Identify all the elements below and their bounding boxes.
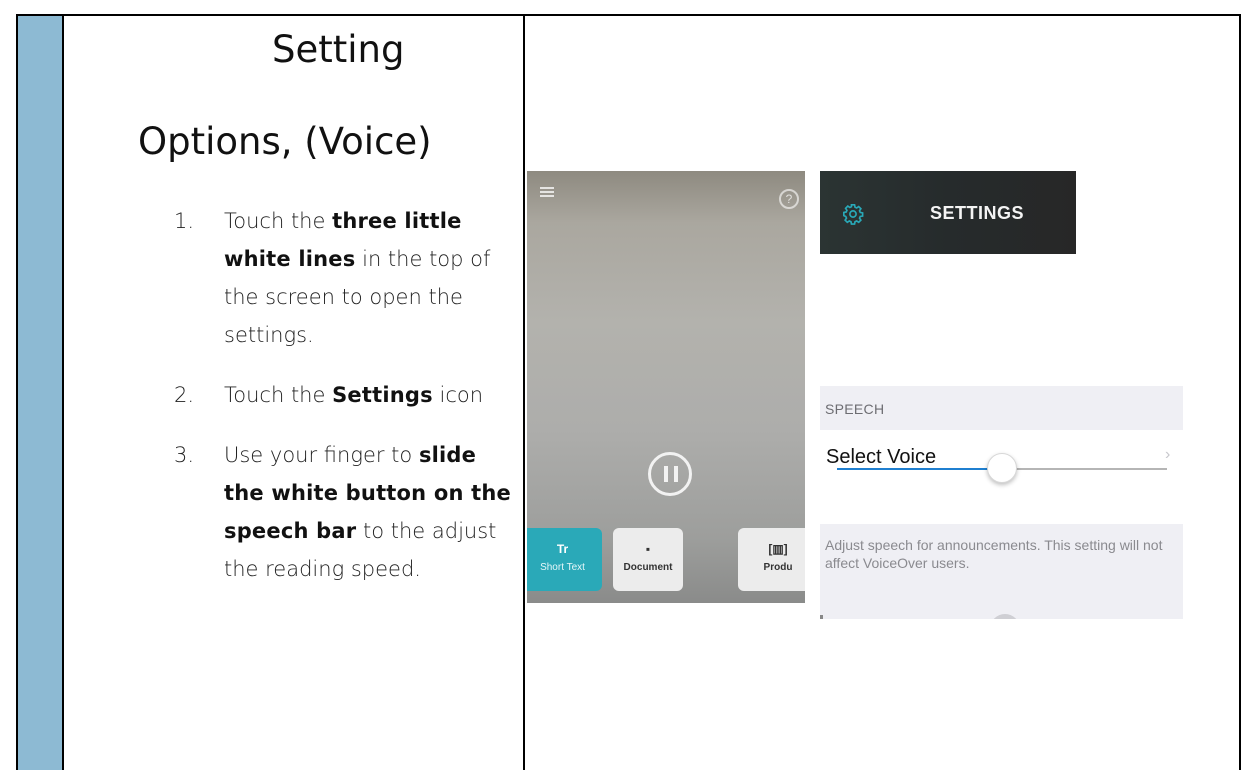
table-top-border — [16, 14, 1241, 16]
tab-label: Short Text — [540, 562, 585, 573]
table-column-divider — [62, 14, 64, 770]
settings-title: SETTINGS — [930, 203, 1025, 223]
step-text: Use your finger to — [224, 443, 419, 467]
text-icon: Tr — [556, 542, 569, 556]
slider-fill — [837, 468, 1002, 470]
tab-short-text[interactable]: Tr Short Text — [527, 528, 602, 591]
step-number: 1. — [174, 209, 195, 233]
speech-description: Adjust speech for announcements. This se… — [825, 537, 1163, 571]
section-heading: Setting — [272, 28, 405, 71]
select-voice-label: Select Voice — [826, 446, 937, 468]
document-icon: ▪ — [645, 542, 651, 556]
section-header: SPEECH — [825, 401, 885, 417]
slider-tick — [820, 615, 823, 619]
tab-label: Document — [623, 562, 673, 573]
slider-thumb[interactable] — [987, 453, 1017, 483]
instruction-list: 1. Touch the three little white lines in… — [170, 202, 515, 588]
instruction-step: 3. Use your finger to slide the white bu… — [170, 436, 515, 588]
step-number: 2. — [174, 383, 195, 407]
tab-label: Produ — [763, 562, 793, 573]
step-text: Touch the — [224, 383, 333, 407]
step-text: icon — [432, 383, 484, 407]
chevron-right-icon: › — [1165, 446, 1171, 463]
table-left-border — [16, 14, 18, 770]
table-side-column — [18, 16, 62, 770]
camera-screen-screenshot: ? Tr Short Text ▪ Document [▥] Produ — [527, 171, 805, 603]
barcode-icon: [▥] — [768, 542, 788, 556]
gear-icon — [843, 204, 864, 225]
table-right-border — [1239, 14, 1241, 770]
document-page: Setting Options, (Voice) 1. Touch the th… — [0, 0, 1251, 770]
hamburger-menu-icon[interactable] — [540, 187, 554, 197]
slider-thumb[interactable] — [990, 614, 1020, 619]
step-emphasis: Settings — [332, 383, 433, 407]
table-column-divider — [523, 14, 525, 770]
pause-icon[interactable] — [648, 452, 692, 496]
settings-menu-item[interactable]: SETTINGS — [820, 171, 1076, 254]
speech-settings-screenshot: SPEECH Select Voice › Adjust speech for … — [820, 386, 1183, 619]
tab-document[interactable]: ▪ Document — [613, 528, 683, 591]
step-text: Touch the — [224, 209, 333, 233]
help-circle-icon[interactable]: ? — [779, 189, 799, 209]
section-heading: Options, (Voice) — [138, 120, 432, 163]
step-number: 3. — [174, 443, 195, 467]
instruction-step: 1. Touch the three little white lines in… — [170, 202, 515, 354]
tab-product[interactable]: [▥] Produ — [738, 528, 805, 591]
instruction-step: 2. Touch the Settings icon — [170, 376, 515, 414]
